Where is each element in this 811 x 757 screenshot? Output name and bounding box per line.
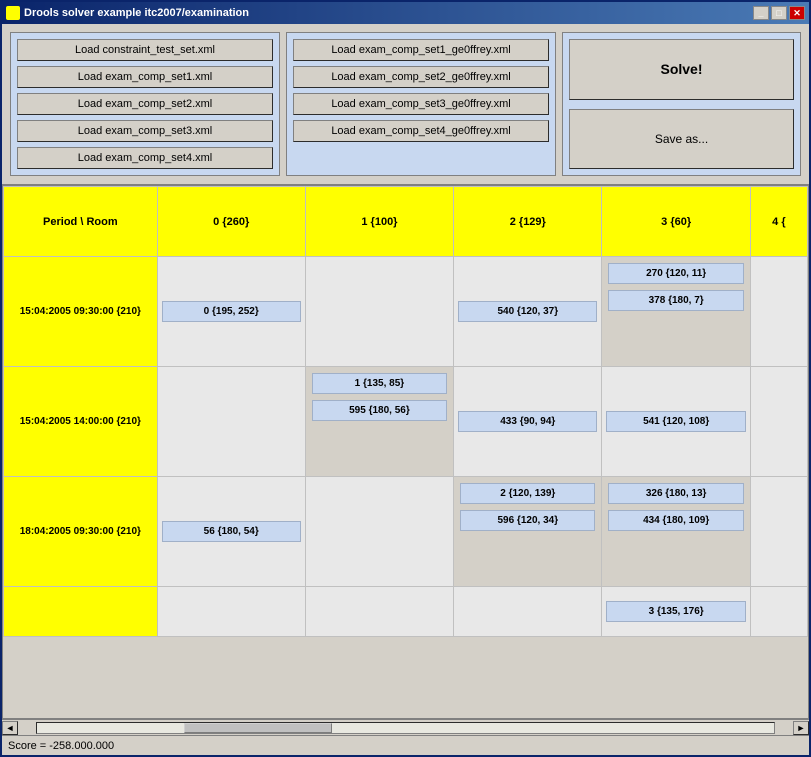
close-button[interactable]: ✕ bbox=[789, 6, 805, 20]
load-comp-set1-btn[interactable]: Load exam_comp_set1.xml bbox=[17, 66, 273, 88]
exam-entry: 56 {180, 54} bbox=[162, 521, 301, 542]
period-label-1: 15:04:2005 14:00:00 {210} bbox=[4, 367, 158, 477]
load-constraint-btn[interactable]: Load constraint_test_set.xml bbox=[17, 39, 273, 61]
scrollbar-thumb[interactable] bbox=[184, 723, 331, 733]
exam-entry: 2 {120, 139} bbox=[460, 483, 595, 504]
cell-inner: 1 {135, 85} 595 {180, 56} bbox=[308, 369, 451, 425]
cell-1-4 bbox=[750, 367, 807, 477]
cell-1-1: 1 {135, 85} 595 {180, 56} bbox=[305, 367, 453, 477]
action-col: Solve! Save as... bbox=[562, 32, 801, 176]
cell-2-1 bbox=[305, 477, 453, 587]
load-col2: Load exam_comp_set1_ge0ffrey.xml Load ex… bbox=[286, 32, 556, 176]
exam-entry: 378 {180, 7} bbox=[608, 290, 743, 311]
toolbar: Load constraint_test_set.xml Load exam_c… bbox=[2, 24, 809, 185]
period-label-3 bbox=[4, 587, 158, 637]
scroll-right-button[interactable]: ► bbox=[793, 721, 809, 735]
load-geoffrey-set3-btn[interactable]: Load exam_comp_set3_ge0ffrey.xml bbox=[293, 93, 549, 115]
solve-button[interactable]: Solve! bbox=[569, 39, 794, 100]
load-comp-set2-btn[interactable]: Load exam_comp_set2.xml bbox=[17, 93, 273, 115]
table-row: 3 {135, 176} bbox=[4, 587, 808, 637]
cell-inner: 270 {120, 11} 378 {180, 7} bbox=[604, 259, 747, 315]
horizontal-scrollbar-area: ◄ ► bbox=[2, 719, 809, 735]
cell-inner: 326 {180, 13} 434 {180, 109} bbox=[604, 479, 747, 535]
cell-1-0 bbox=[157, 367, 305, 477]
horizontal-scrollbar[interactable] bbox=[36, 722, 775, 734]
exam-entry: 1 {135, 85} bbox=[312, 373, 447, 394]
score-label: Score = -258.000.000 bbox=[8, 740, 114, 752]
cell-2-0: 56 {180, 54} bbox=[157, 477, 305, 587]
cell-3-0 bbox=[157, 587, 305, 637]
cell-2-2: 2 {120, 139} 596 {120, 34} bbox=[454, 477, 602, 587]
col-header-2: 2 {129} bbox=[454, 187, 602, 257]
exam-entry: 270 {120, 11} bbox=[608, 263, 743, 284]
col-header-0: 0 {260} bbox=[157, 187, 305, 257]
cell-0-4 bbox=[750, 257, 807, 367]
exam-entry: 596 {120, 34} bbox=[460, 510, 595, 531]
table-container[interactable]: Period \ Room 0 {260} 1 {100} 2 {129} bbox=[2, 185, 809, 719]
cell-1-2: 433 {90, 94} bbox=[454, 367, 602, 477]
title-bar: Drools solver example itc2007/examinatio… bbox=[2, 2, 809, 24]
exam-entry: 3 {135, 176} bbox=[606, 601, 745, 622]
cell-0-2: 540 {120, 37} bbox=[454, 257, 602, 367]
cell-3-3: 3 {135, 176} bbox=[602, 587, 750, 637]
table-row: 18:04:2005 09:30:00 {210} 56 {180, 54} 2… bbox=[4, 477, 808, 587]
save-button[interactable]: Save as... bbox=[569, 109, 794, 170]
status-bar: Score = -258.000.000 bbox=[2, 735, 809, 755]
scroll-left-button[interactable]: ◄ bbox=[2, 721, 18, 735]
period-label-2: 18:04:2005 09:30:00 {210} bbox=[4, 477, 158, 587]
cell-0-3: 270 {120, 11} 378 {180, 7} bbox=[602, 257, 750, 367]
cell-2-3: 326 {180, 13} 434 {180, 109} bbox=[602, 477, 750, 587]
window-title: Drools solver example itc2007/examinatio… bbox=[24, 7, 249, 19]
exam-entry: 0 {195, 252} bbox=[162, 301, 301, 322]
load-comp-set3-btn[interactable]: Load exam_comp_set3.xml bbox=[17, 120, 273, 142]
cell-1-3: 541 {120, 108} bbox=[602, 367, 750, 477]
load-col1: Load constraint_test_set.xml Load exam_c… bbox=[10, 32, 280, 176]
col-header-1: 1 {100} bbox=[305, 187, 453, 257]
load-geoffrey-set2-btn[interactable]: Load exam_comp_set2_ge0ffrey.xml bbox=[293, 66, 549, 88]
exam-entry: 433 {90, 94} bbox=[458, 411, 597, 432]
table-row: 15:04:2005 14:00:00 {210} 1 {135, 85} 59… bbox=[4, 367, 808, 477]
title-bar-left: Drools solver example itc2007/examinatio… bbox=[6, 6, 249, 20]
main-window: Drools solver example itc2007/examinatio… bbox=[0, 0, 811, 757]
load-geoffrey-set1-btn[interactable]: Load exam_comp_set1_ge0ffrey.xml bbox=[293, 39, 549, 61]
window-controls: _ □ ✕ bbox=[753, 6, 805, 20]
exam-entry: 541 {120, 108} bbox=[606, 411, 745, 432]
table-row: 15:04:2005 09:30:00 {210} 0 {195, 252} 5… bbox=[4, 257, 808, 367]
period-label-0: 15:04:2005 09:30:00 {210} bbox=[4, 257, 158, 367]
col-header-4: 4 { bbox=[750, 187, 807, 257]
cell-0-1 bbox=[305, 257, 453, 367]
maximize-button[interactable]: □ bbox=[771, 6, 787, 20]
load-geoffrey-set4-btn[interactable]: Load exam_comp_set4_ge0ffrey.xml bbox=[293, 120, 549, 142]
exam-entry: 540 {120, 37} bbox=[458, 301, 597, 322]
app-icon bbox=[6, 6, 20, 20]
period-room-header: Period \ Room bbox=[4, 187, 158, 257]
cell-inner: 2 {120, 139} 596 {120, 34} bbox=[456, 479, 599, 535]
exam-entry: 595 {180, 56} bbox=[312, 400, 447, 421]
schedule-table: Period \ Room 0 {260} 1 {100} 2 {129} bbox=[3, 186, 808, 637]
main-content: Period \ Room 0 {260} 1 {100} 2 {129} bbox=[2, 185, 809, 719]
exam-entry: 326 {180, 13} bbox=[608, 483, 743, 504]
cell-3-4 bbox=[750, 587, 807, 637]
cell-3-2 bbox=[454, 587, 602, 637]
cell-2-4 bbox=[750, 477, 807, 587]
col-header-3: 3 {60} bbox=[602, 187, 750, 257]
exam-entry: 434 {180, 109} bbox=[608, 510, 743, 531]
cell-3-1 bbox=[305, 587, 453, 637]
cell-0-0: 0 {195, 252} bbox=[157, 257, 305, 367]
load-comp-set4-btn[interactable]: Load exam_comp_set4.xml bbox=[17, 147, 273, 169]
minimize-button[interactable]: _ bbox=[753, 6, 769, 20]
